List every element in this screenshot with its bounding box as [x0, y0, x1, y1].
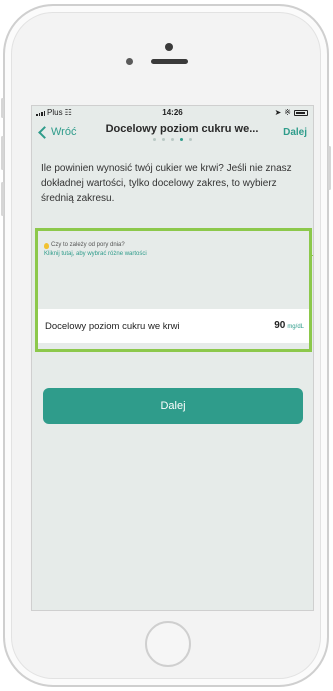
next-button[interactable]: Dalej — [283, 127, 307, 138]
tip-question-text: Czy to zależy od pory dnia? — [51, 242, 125, 248]
back-button[interactable]: Wróć — [37, 125, 77, 139]
battery-icon — [294, 109, 308, 116]
time-of-day-tip[interactable]: Czy to zależy od pory dnia? Kliknij tuta… — [44, 241, 147, 259]
callout-line — [312, 255, 313, 256]
earpiece-speaker — [151, 59, 188, 64]
status-right: ➤ ※ — [275, 108, 308, 117]
chevron-left-icon — [38, 125, 51, 139]
power-button — [328, 146, 331, 190]
volume-down-button — [1, 182, 4, 216]
target-glucose-label: Docelowy poziom cukru we krwi — [45, 321, 180, 332]
proximity-sensor — [126, 58, 133, 65]
tip-question: Czy to zależy od pory dnia? — [44, 241, 147, 250]
bluetooth-icon: ※ — [284, 108, 291, 117]
tip-link[interactable]: Kliknij tutaj, aby wybrać różne wartości — [44, 250, 147, 259]
highlight-frame: Czy to zależy od pory dnia? Kliknij tuta… — [35, 228, 312, 352]
step-dot — [153, 138, 156, 141]
home-button[interactable] — [145, 621, 191, 667]
volume-up-button — [1, 136, 4, 170]
phone-frame: Plus ☷ 14:26 ➤ ※ Wróć Docelowy poziom cu… — [1, 4, 331, 687]
status-time: 14:26 — [162, 108, 183, 117]
status-bar: Plus ☷ 14:26 ➤ ※ — [32, 106, 313, 120]
target-glucose-value[interactable]: 90 mg/dL — [274, 320, 304, 331]
navigation-bar: Wróć Docelowy poziom cukru we... Dalej — [32, 120, 313, 150]
step-dot-active — [180, 138, 183, 141]
question-text: Ile powinien wynosić twój cukier we krwi… — [41, 163, 292, 204]
target-glucose-unit: mg/dL — [287, 324, 304, 330]
target-glucose-number: 90 — [274, 320, 286, 331]
step-indicator — [32, 138, 313, 141]
back-label: Wróć — [51, 126, 77, 138]
step-dot — [171, 138, 174, 141]
app-screen: Plus ☷ 14:26 ➤ ※ Wróć Docelowy poziom cu… — [31, 105, 314, 611]
next-primary-button[interactable]: Dalej — [43, 388, 303, 424]
mute-switch — [1, 98, 4, 118]
step-dot — [189, 138, 192, 141]
page-title: Docelowy poziom cukru we... — [105, 123, 259, 135]
lightbulb-icon — [44, 242, 49, 249]
location-icon: ➤ — [274, 108, 282, 117]
step-dot — [162, 138, 165, 141]
target-glucose-row[interactable]: Docelowy poziom cukru we krwi 90 mg/dL — [38, 309, 309, 343]
front-camera — [165, 43, 173, 51]
